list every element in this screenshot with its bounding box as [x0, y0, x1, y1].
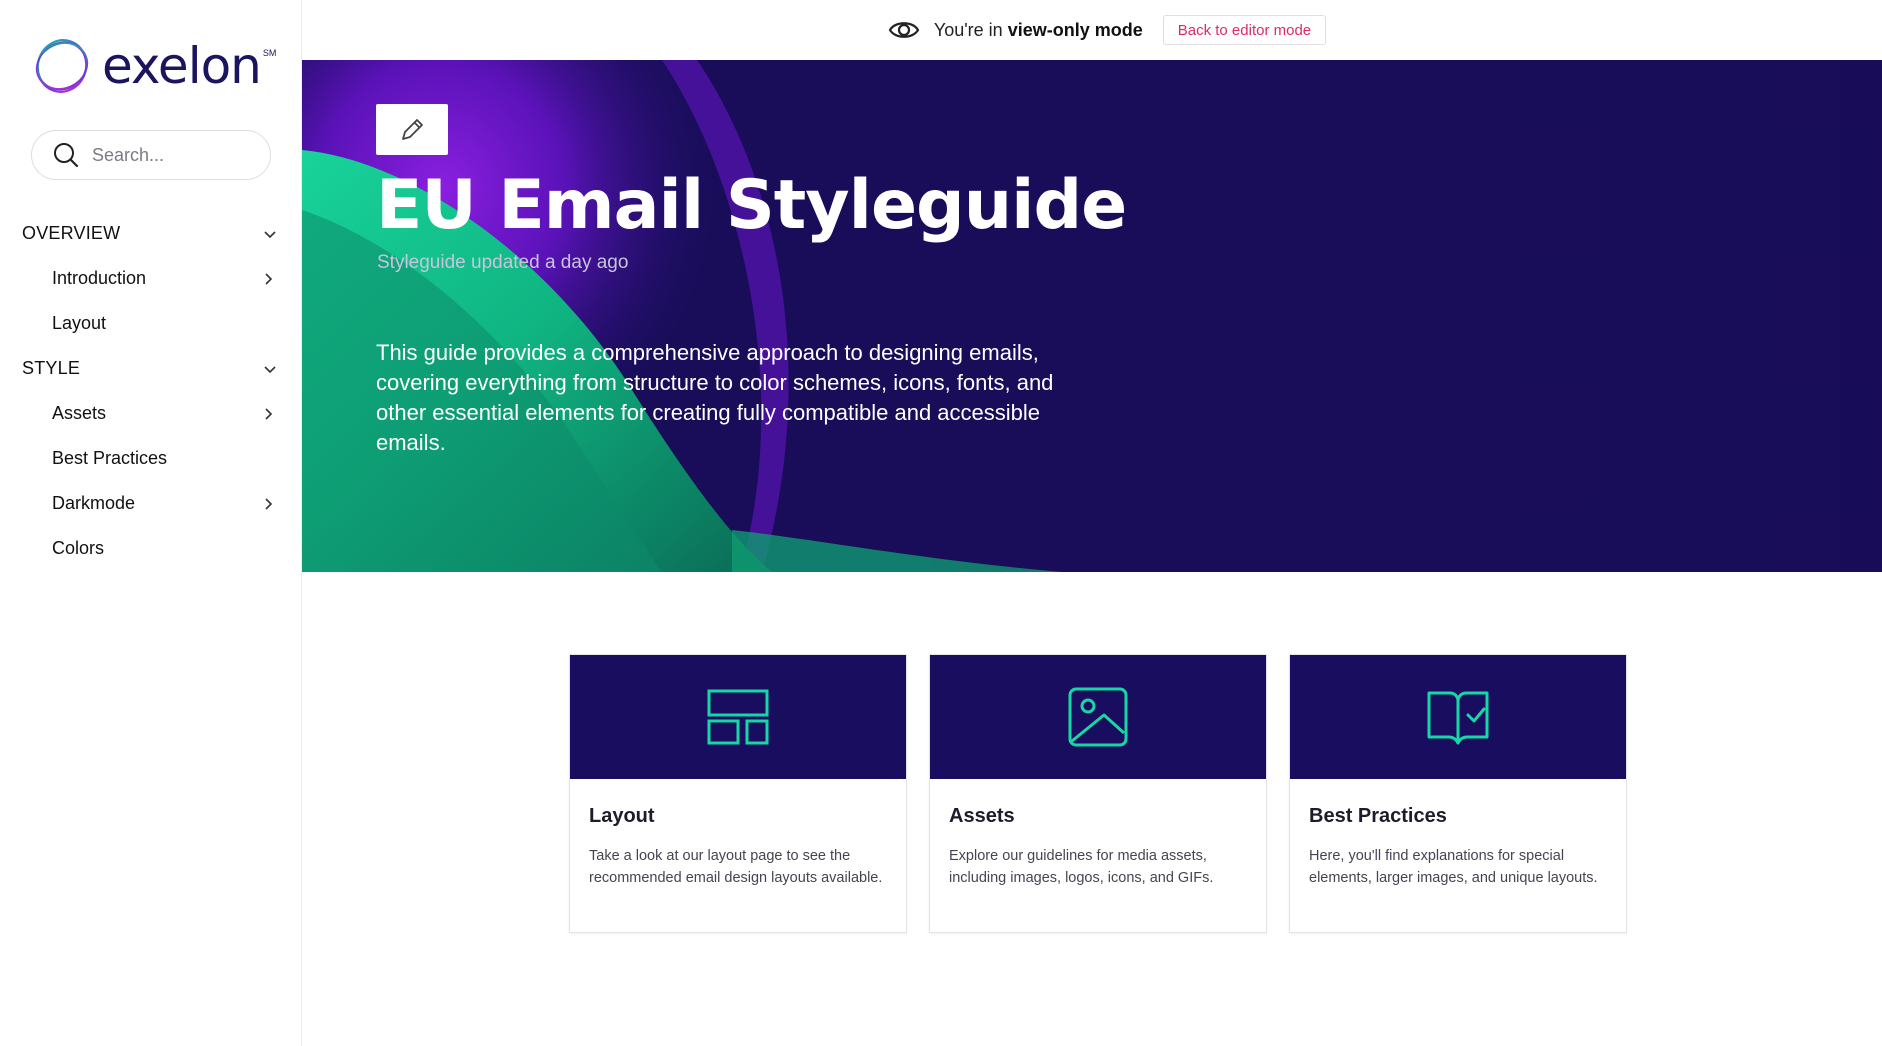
view-mode-prefix: You're in: [933, 19, 1003, 40]
pencil-icon: [402, 118, 423, 140]
nav-section-label: OVERVIEW: [22, 223, 121, 243]
sidebar-item-label: Assets: [52, 403, 107, 423]
view-mode-text: You're in view-only mode: [934, 20, 1143, 41]
search-icon: [54, 143, 79, 168]
exelon-logo[interactable]: exelon SM: [30, 34, 276, 98]
nav-section-label: STYLE: [22, 358, 81, 378]
image-icon: [1068, 687, 1128, 747]
edit-button[interactable]: [376, 104, 448, 155]
sidebar-item-best-practices[interactable]: Best Practices: [0, 436, 302, 481]
chevron-down-icon: [264, 230, 276, 238]
last-updated-text: Styleguide updated a day ago: [377, 252, 629, 273]
sidebar-item-label: Layout: [52, 313, 107, 333]
hero-background-graphic: [302, 60, 1882, 572]
hero-description: This guide provides a comprehensive appr…: [376, 340, 1054, 455]
chevron-down-icon: [264, 365, 276, 373]
chevron-right-icon: [265, 272, 273, 285]
view-mode-label: view-only mode: [1007, 19, 1143, 40]
sidebar-item-label: Darkmode: [52, 493, 136, 513]
sidebar-item-introduction[interactable]: Introduction: [0, 256, 302, 301]
sidebar-item-darkmode[interactable]: Darkmode: [0, 481, 302, 526]
brand-service-mark: SM: [262, 48, 277, 58]
card-title: Layout: [589, 805, 655, 827]
card-header: [930, 655, 1266, 779]
book-check-icon: [1427, 691, 1489, 745]
sidebar-item-label: Colors: [52, 538, 105, 558]
card-layout[interactable]: Layout Take a look at our layout page to…: [569, 654, 907, 933]
card-title: Best Practices: [1309, 805, 1447, 827]
card-header: [1290, 655, 1626, 779]
page-title: EU Email Styleguide: [376, 166, 1127, 245]
sidebar-nav: OVERVIEW Introduction Layout STYLE Asset…: [0, 211, 302, 571]
eye-icon: [888, 22, 920, 38]
nav-section-style[interactable]: STYLE: [0, 346, 302, 391]
card-best-practices[interactable]: Best Practices Here, you'll find explana…: [1289, 654, 1627, 933]
sidebar-item-label: Introduction: [52, 268, 147, 288]
app: exelon SM OVERVIEW Introduction Layout: [0, 0, 1882, 1046]
search-box[interactable]: [31, 130, 271, 180]
chevron-right-icon: [265, 407, 273, 420]
search-input[interactable]: [92, 144, 252, 166]
view-mode-notice: You're in view-only mode Back to editor …: [888, 14, 1327, 46]
nav-section-overview[interactable]: OVERVIEW: [0, 211, 302, 256]
hero-banner: EU Email Styleguide Styleguide updated a…: [302, 60, 1882, 572]
view-mode-banner: You're in view-only mode Back to editor …: [302, 0, 1882, 60]
card-header: [570, 655, 906, 779]
exelon-logo-mark-icon: [35, 39, 89, 93]
card-description: Take a look at our layout page to see th…: [589, 848, 883, 886]
card-description: Explore our guidelines for media assets,…: [949, 848, 1214, 886]
sidebar-item-assets[interactable]: Assets: [0, 391, 302, 436]
card-description: Here, you'll find explanations for speci…: [1309, 848, 1598, 886]
sidebar-item-layout[interactable]: Layout: [0, 301, 302, 346]
card-title: Assets: [949, 805, 1015, 827]
quick-links: Layout Take a look at our layout page to…: [569, 654, 1627, 933]
layout-icon: [707, 689, 769, 745]
sidebar-item-colors[interactable]: Colors: [0, 526, 302, 571]
brand-name: exelon: [102, 37, 262, 95]
back-to-editor-button[interactable]: Back to editor mode: [1162, 15, 1327, 45]
sidebar-item-label: Best Practices: [52, 448, 168, 468]
sidebar: exelon SM OVERVIEW Introduction Layout: [0, 0, 302, 1046]
chevron-right-icon: [265, 497, 273, 510]
card-assets[interactable]: Assets Explore our guidelines for media …: [929, 654, 1267, 933]
